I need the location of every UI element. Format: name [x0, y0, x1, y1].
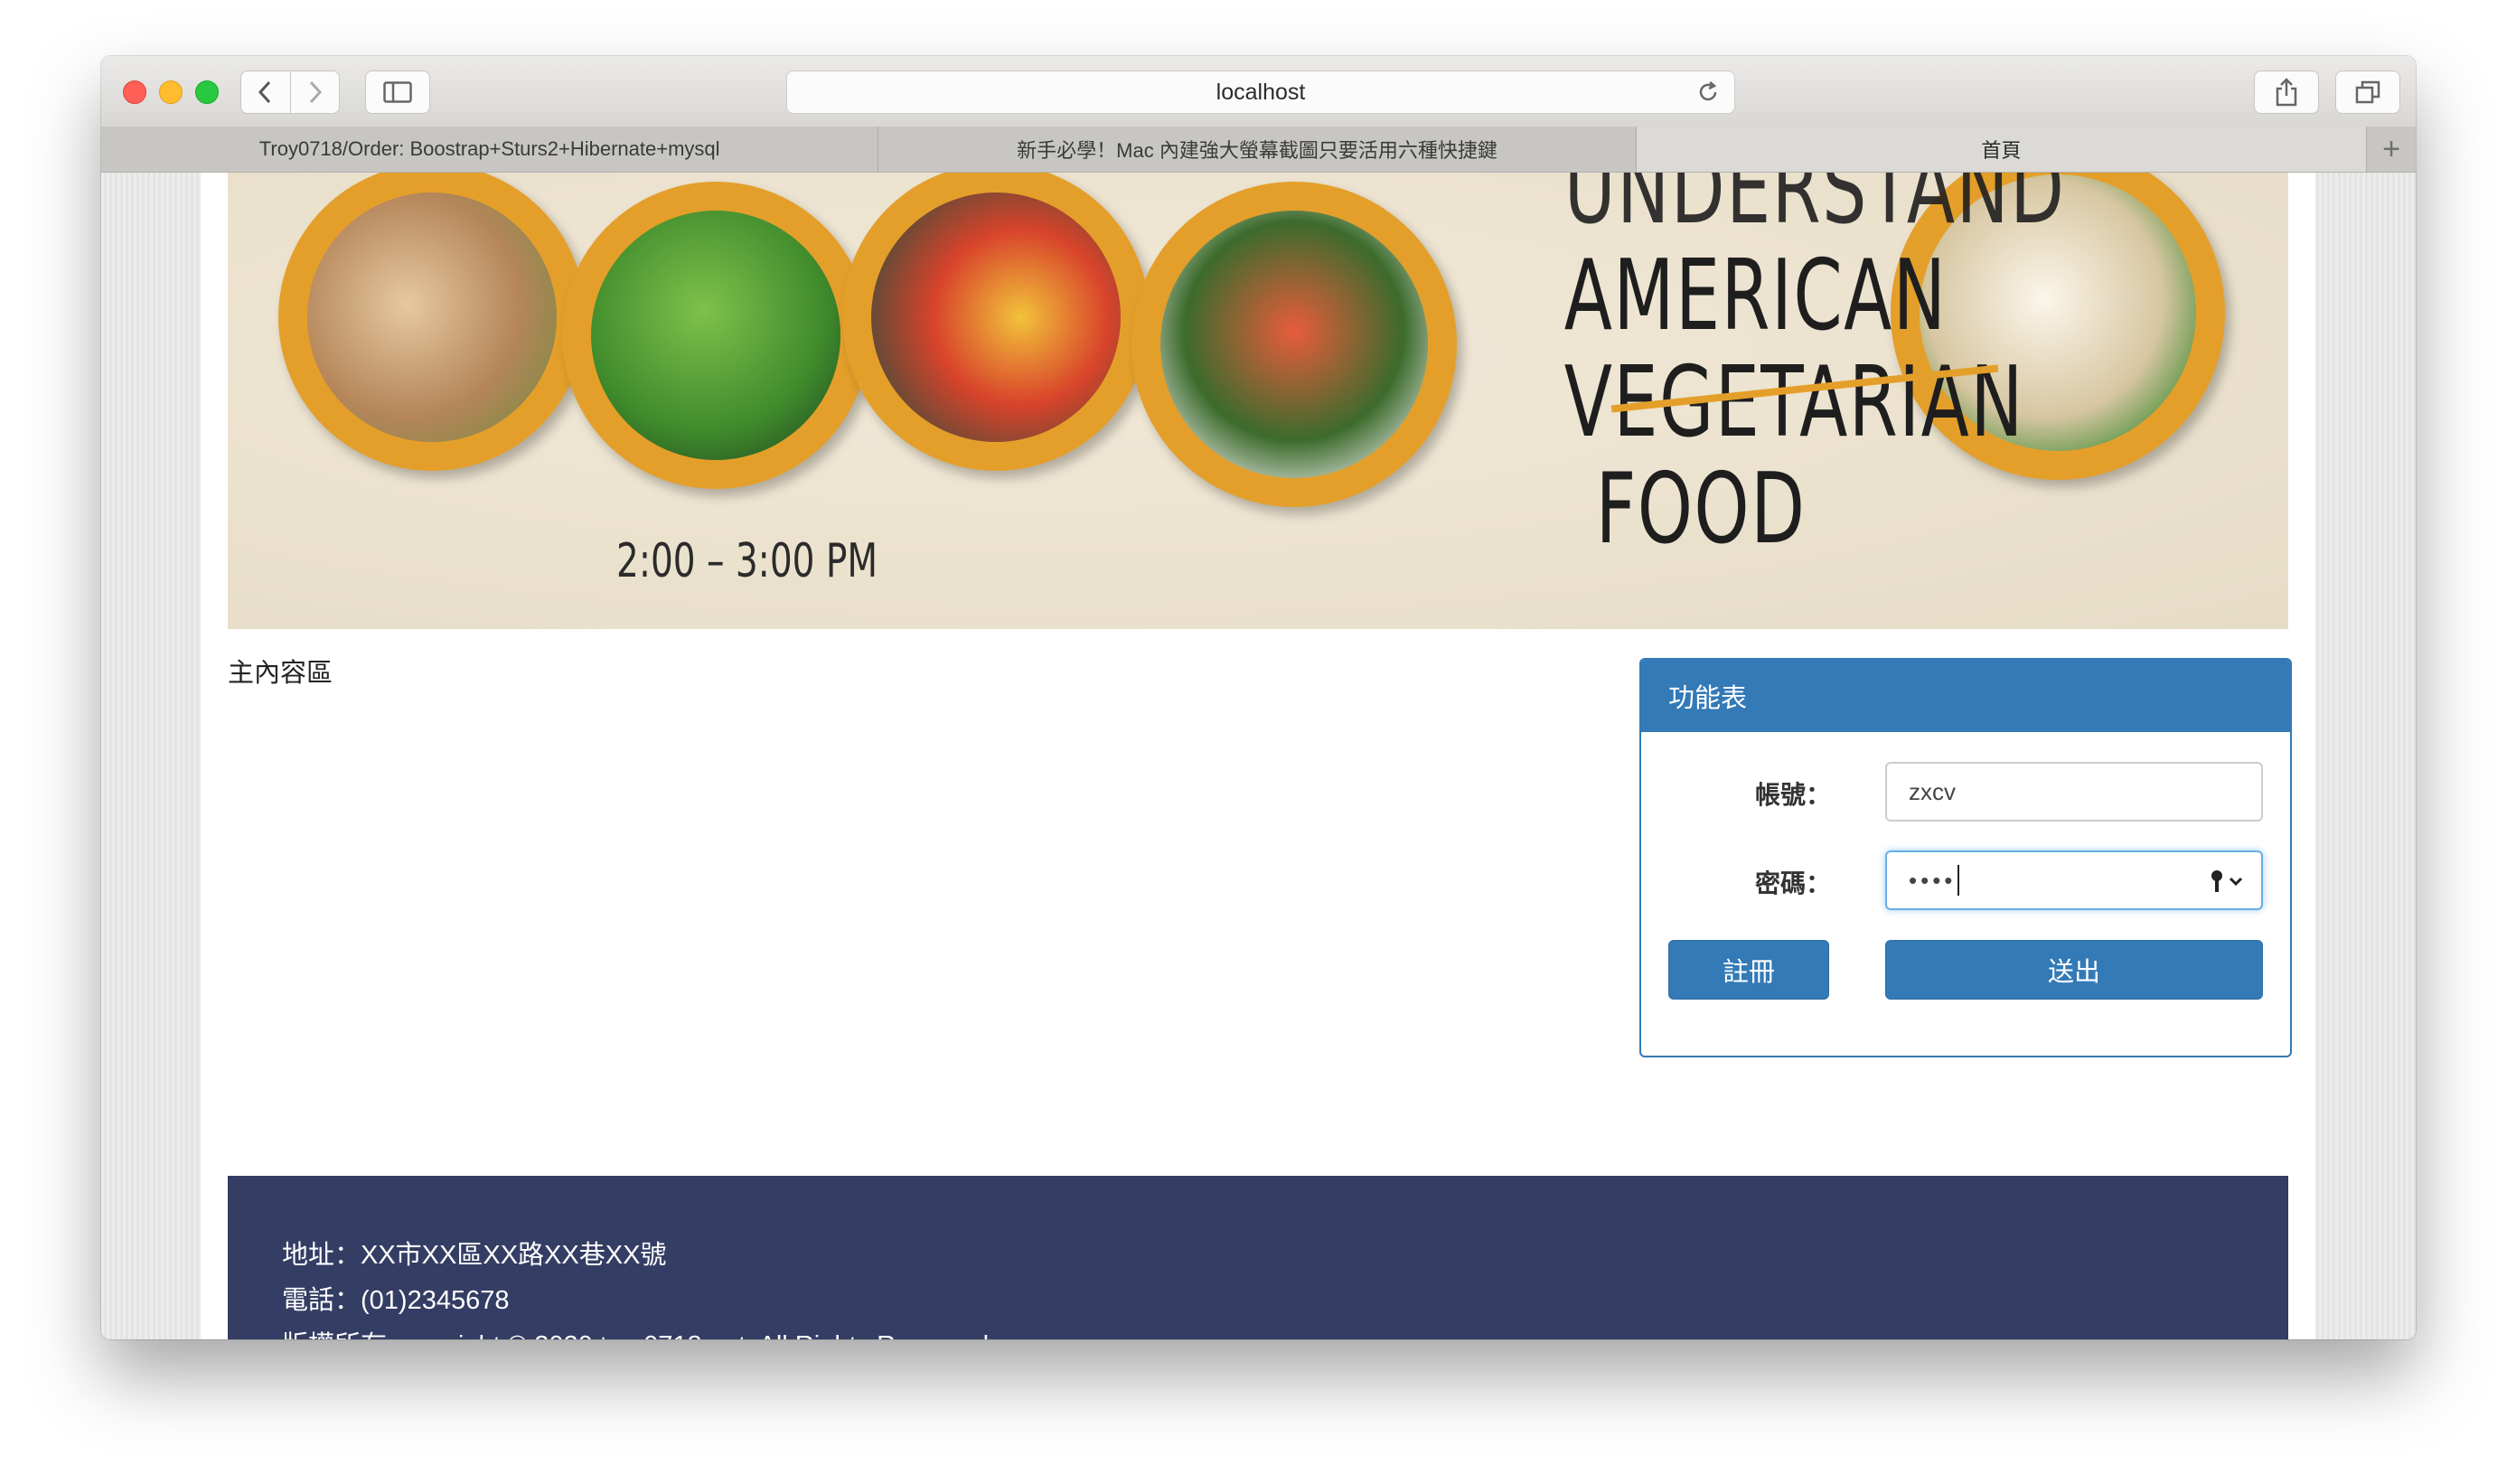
history-nav [240, 70, 340, 114]
tab-bar: Troy0718/Order: Boostrap+Sturs2+Hibernat… [101, 127, 2416, 173]
plus-icon: + [2382, 131, 2400, 166]
banner-title-line: FOOD [1595, 453, 1807, 566]
address-text: localhost [1216, 79, 1306, 105]
username-label: 帳號： [1755, 781, 1832, 809]
submit-button[interactable]: 送出 [1885, 940, 2263, 1000]
maximize-window-button[interactable] [195, 80, 219, 104]
back-button[interactable] [241, 71, 290, 113]
username-value: zxcv [1909, 777, 1956, 805]
register-button[interactable]: 註冊 [1668, 940, 1829, 1000]
footer-phone: 電話：(01)2345678 [282, 1286, 510, 1315]
page-container: 2:00 – 3:00 PM UNDERSTAND AMERICAN VEGET… [201, 173, 2315, 1339]
sidebar-icon [383, 81, 412, 103]
site-footer: 地址：XX市XX區XX路XX巷XX號 電話：(01)2345678 版權所有 c… [228, 1176, 2288, 1339]
minimize-window-button[interactable] [159, 80, 183, 104]
username-input[interactable]: zxcv [1885, 762, 2263, 822]
footer-address: 地址：XX市XX區XX路XX巷XX號 [282, 1241, 667, 1270]
tab-label: Troy0718/Order: Boostrap+Sturs2+Hibernat… [258, 137, 720, 160]
chevron-right-icon [310, 80, 323, 104]
title-bar: localhost [101, 56, 2416, 127]
password-value: •••• [1909, 866, 1957, 894]
tab-article[interactable]: 新手必學！Mac 內建強大螢幕截圖只要活用六種快捷鍵 [878, 127, 1637, 172]
sidebar-toggle-button[interactable] [365, 70, 430, 114]
edamame-image [562, 182, 869, 489]
banner-time: 2:00 – 3:00 PM [616, 534, 878, 588]
password-label: 密碼： [1755, 869, 1832, 897]
footer-copyright: 版權所有 copyright © 2020 troy0718.net. All … [282, 1324, 996, 1339]
address-bar[interactable]: localhost [786, 70, 1735, 114]
banner-title-line: AMERICAN [1563, 240, 1948, 352]
text-caret [1957, 865, 1960, 896]
browser-window: localhost Troy0718/Order: Boostrap+Sturs… [101, 56, 2416, 1339]
password-input[interactable]: •••• [1885, 850, 2263, 910]
tab-homepage[interactable]: 首頁 [1636, 127, 2368, 172]
forward-button[interactable] [289, 71, 340, 113]
veggie-burger-image [842, 173, 1150, 471]
chevron-left-icon [258, 80, 270, 104]
password-autofill-key-icon[interactable] [2209, 869, 2245, 894]
tab-overview-button[interactable] [2335, 70, 2400, 114]
hero-banner: 2:00 – 3:00 PM UNDERSTAND AMERICAN VEGET… [228, 173, 2288, 629]
panel-heading: 功能表 [1641, 660, 2290, 732]
page-viewport[interactable]: 2:00 – 3:00 PM UNDERSTAND AMERICAN VEGET… [101, 173, 2416, 1339]
reload-icon[interactable] [1695, 79, 1722, 106]
main-content-label: 主內容區 [228, 659, 333, 688]
asparagus-image [1131, 182, 1457, 507]
login-panel: 功能表 帳號： zxcv 密碼： •••• 註冊 送出 [1639, 658, 2292, 1057]
tab-label: 首頁 [1981, 139, 2022, 162]
banner-title: UNDERSTAND AMERICAN VEGETARIAN FOOD [1563, 173, 2066, 566]
tab-label: 新手必學！Mac 內建強大螢幕截圖只要活用六種快捷鍵 [1017, 139, 1497, 162]
close-window-button[interactable] [123, 80, 146, 104]
tacos-image [278, 173, 586, 471]
banner-title-line: UNDERSTAND [1563, 173, 2066, 246]
share-button[interactable] [2254, 70, 2319, 114]
tab-overview-icon [2355, 80, 2380, 104]
tab-github[interactable]: Troy0718/Order: Boostrap+Sturs2+Hibernat… [101, 127, 879, 172]
new-tab-button[interactable]: + [2367, 127, 2416, 172]
share-icon [2276, 78, 2297, 107]
